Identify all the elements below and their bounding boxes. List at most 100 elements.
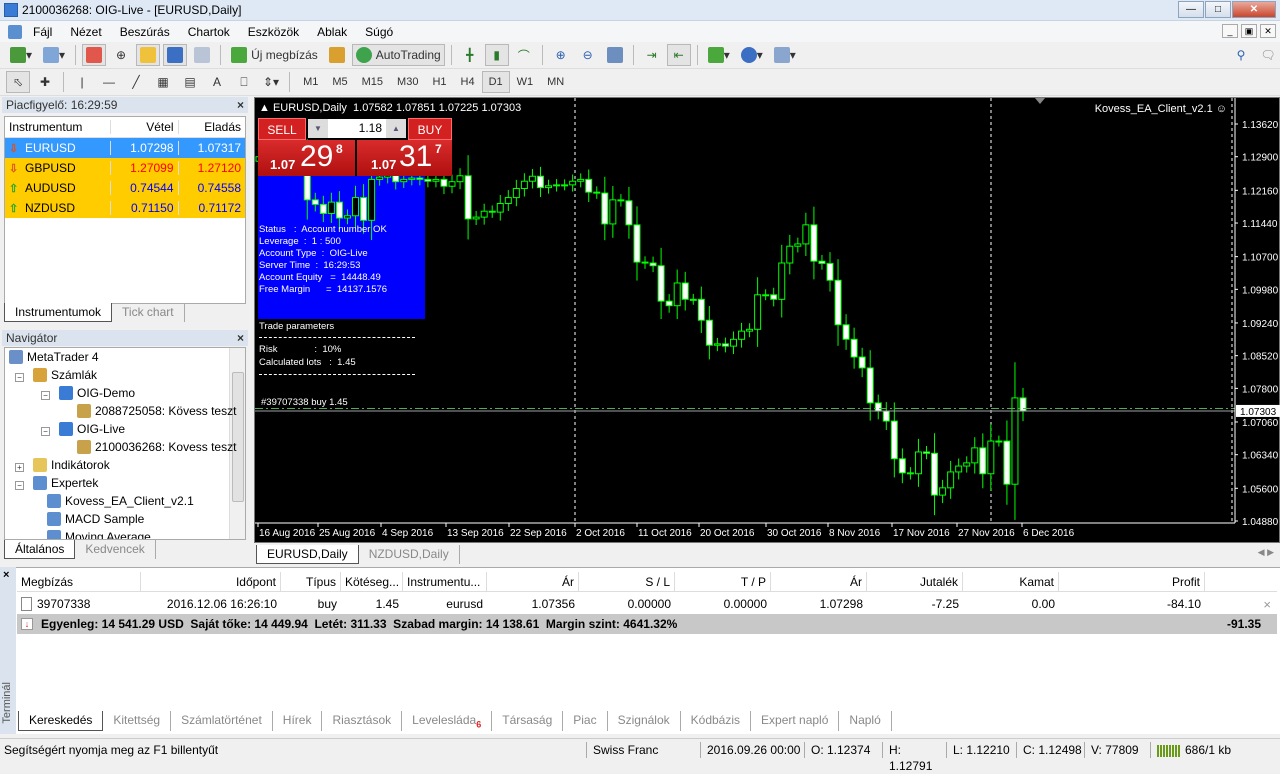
chart-window[interactable]: 1.13620 1.12900 1.12160 1.11440 1.10700 1.099… xyxy=(254,97,1280,543)
tab-terminal-1[interactable]: Kitettség xyxy=(103,711,172,732)
menu-insert[interactable]: Beszúrás xyxy=(111,25,179,39)
tab-terminal-0[interactable]: Kereskedés xyxy=(18,711,104,732)
chat-button[interactable]: 🗨 xyxy=(1256,44,1280,66)
trendline-tool[interactable]: ╱ xyxy=(124,71,148,93)
column-instrument[interactable]: Instrumentum xyxy=(5,120,110,134)
periods-button[interactable]: ▾ xyxy=(737,44,767,66)
indicators-button[interactable]: ▾ xyxy=(704,44,734,66)
minimize-button[interactable]: — xyxy=(1178,1,1204,18)
close-order-icon[interactable]: × xyxy=(1263,597,1271,612)
column-header[interactable]: Megbízás xyxy=(17,571,141,592)
tab-general[interactable]: Általános xyxy=(4,540,76,559)
tile-windows-button[interactable] xyxy=(603,44,627,66)
column-header[interactable]: Kamat xyxy=(963,571,1059,592)
market-watch-row[interactable]: ⇧ NZDUSD 0.71150 0.71172 xyxy=(5,198,245,218)
timeframe-m1[interactable]: M1 xyxy=(296,71,325,93)
mdi-restore-button[interactable]: ▣ xyxy=(1241,24,1257,38)
navigator-button[interactable] xyxy=(136,44,161,66)
timeframe-m30[interactable]: M30 xyxy=(390,71,425,93)
timeframe-w1[interactable]: W1 xyxy=(510,71,541,93)
timeframe-d1[interactable]: D1 xyxy=(481,71,510,93)
bar-chart-button[interactable]: ╋ xyxy=(458,44,482,66)
column-header[interactable]: Időpont xyxy=(141,571,281,592)
collapse-icon[interactable]: − xyxy=(15,373,24,382)
menu-help[interactable]: Súgó xyxy=(356,25,402,39)
order-label[interactable]: #39707338 buy 1.45 xyxy=(261,397,348,408)
buy-button[interactable]: BUY xyxy=(408,118,452,140)
tab-favorites[interactable]: Kedvencek xyxy=(75,540,156,559)
tab-instruments[interactable]: Instrumentumok xyxy=(4,303,113,322)
menu-tools[interactable]: Eszközök xyxy=(239,25,308,39)
column-header[interactable]: Jutalék xyxy=(867,571,963,592)
column-header[interactable]: Instrumentu... xyxy=(403,571,487,592)
navigator-item[interactable]: Kovess_EA_Client_v2.1 xyxy=(47,494,194,508)
timeframe-m15[interactable]: M15 xyxy=(355,71,390,93)
terminal-button[interactable] xyxy=(163,44,188,66)
close-icon[interactable]: × xyxy=(237,330,244,346)
tab-eurusd-daily[interactable]: EURUSD,Daily xyxy=(256,545,359,564)
cursor-tool[interactable]: ⬁ xyxy=(6,71,30,93)
chart-shift-marker[interactable] xyxy=(1035,98,1045,104)
column-ask[interactable]: Eladás xyxy=(177,120,245,134)
zoom-in-button[interactable]: ⊕ xyxy=(549,44,573,66)
collapse-icon[interactable]: − xyxy=(41,391,50,400)
timeframe-h1[interactable]: H1 xyxy=(425,71,453,93)
zoom-out-button[interactable]: ⊖ xyxy=(576,44,600,66)
column-header[interactable]: Ár xyxy=(771,571,867,592)
data-window-button[interactable]: ⊕ xyxy=(109,44,133,66)
metaeditor-button[interactable] xyxy=(325,44,349,66)
sell-button[interactable]: SELL xyxy=(258,118,306,140)
navigator-item[interactable]: MetaTrader 4 xyxy=(9,350,99,364)
autoscroll-button[interactable]: ⇥ xyxy=(640,44,664,66)
lots-input[interactable]: 1.18 xyxy=(328,119,386,138)
market-watch-row[interactable]: ⇩ EURUSD 1.07298 1.07317 xyxy=(5,138,245,158)
tab-terminal-6[interactable]: Társaság xyxy=(492,711,564,732)
timeframe-h4[interactable]: H4 xyxy=(454,71,482,93)
mdi-close-button[interactable]: ✕ xyxy=(1260,24,1276,38)
timeframe-m5[interactable]: M5 xyxy=(325,71,354,93)
new-order-button[interactable]: Új megbízás xyxy=(227,44,322,66)
collapse-icon[interactable]: ▲ xyxy=(259,102,273,114)
tab-terminal-11[interactable]: Napló xyxy=(839,711,892,732)
lots-decrease-button[interactable]: ▼ xyxy=(308,119,328,138)
close-icon[interactable]: × xyxy=(237,97,244,113)
chart-shift-button[interactable]: ⇤ xyxy=(666,44,691,66)
tab-terminal-5[interactable]: Levelesláda6 xyxy=(402,711,493,732)
lots-increase-button[interactable]: ▲ xyxy=(386,119,406,138)
sell-price-button[interactable]: 1.07 29 8 xyxy=(258,140,355,176)
tab-terminal-2[interactable]: Számlatörténet xyxy=(171,711,273,732)
templates-button[interactable]: ▾ xyxy=(770,44,800,66)
profile-name[interactable]: Swiss Franc xyxy=(586,742,698,758)
tab-tick-chart[interactable]: Tick chart xyxy=(112,303,185,322)
menu-window[interactable]: Ablak xyxy=(308,25,356,39)
autotrading-button[interactable]: AutoTrading xyxy=(351,44,445,66)
order-row[interactable]: 39707338 2016.12.06 16:26:10 buy 1.45 eurusd… xyxy=(17,594,1277,614)
tab-terminal-3[interactable]: Hírek xyxy=(273,711,323,732)
close-icon[interactable]: × xyxy=(3,569,9,581)
navigator-item[interactable]: MACD Sample xyxy=(47,512,144,526)
connection-status[interactable]: 686/1 kb xyxy=(1150,742,1280,758)
collapse-icon[interactable]: − xyxy=(15,481,24,490)
market-watch-row[interactable]: ⇩ GBPUSD 1.27099 1.27120 xyxy=(5,158,245,178)
tab-scroll-arrows[interactable]: ◀ ▶ xyxy=(1258,547,1274,558)
expand-icon[interactable]: + xyxy=(15,463,24,472)
tab-terminal-10[interactable]: Expert napló xyxy=(751,711,840,732)
fibonacci-tool[interactable]: ▤ xyxy=(178,71,202,93)
arrows-tool[interactable]: ⇕▾ xyxy=(259,71,283,93)
line-chart-button[interactable]: ⌒ xyxy=(512,44,536,66)
column-header[interactable]: S / L xyxy=(579,571,675,592)
column-header[interactable]: Profit xyxy=(1059,571,1205,592)
candlestick-button[interactable]: ▮ xyxy=(484,44,509,66)
buy-price-button[interactable]: 1.07 31 7 xyxy=(357,140,452,176)
navigator-item[interactable]: 2100036268: Kovess teszt xyxy=(77,440,236,454)
menu-charts[interactable]: Chartok xyxy=(179,25,239,39)
new-chart-button[interactable]: ▾ xyxy=(6,44,36,66)
text-label-tool[interactable]: ⎕ xyxy=(232,71,256,93)
navigator-item[interactable]: Indikátorok xyxy=(33,458,110,472)
collapse-icon[interactable]: − xyxy=(41,427,50,436)
vertical-line-tool[interactable]: | xyxy=(70,71,94,93)
navigator-item[interactable]: Moving Average xyxy=(47,530,151,539)
strategy-tester-button[interactable] xyxy=(190,44,214,66)
tab-nzdusd-daily[interactable]: NZDUSD,Daily xyxy=(359,545,460,564)
tab-terminal-8[interactable]: Szignálok xyxy=(608,711,681,732)
